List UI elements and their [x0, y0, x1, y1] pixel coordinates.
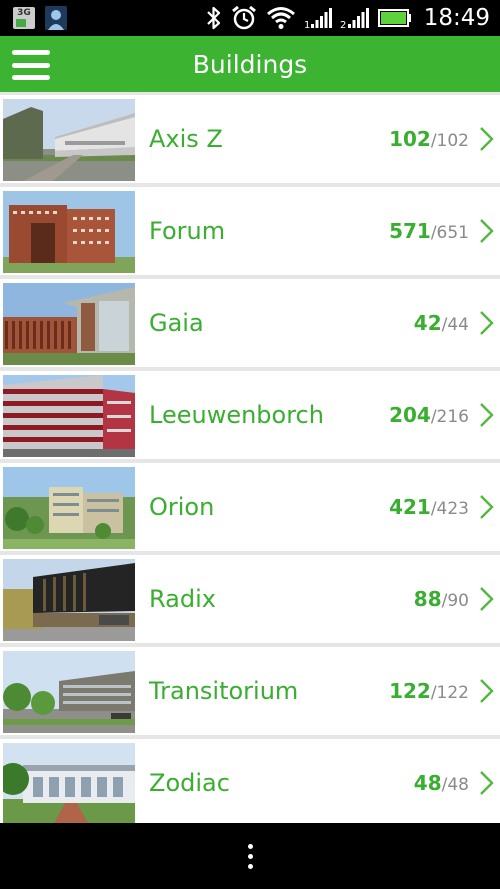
- building-name: Forum: [149, 217, 226, 245]
- clock: 18:49: [423, 5, 490, 31]
- chevron-right-icon: [480, 679, 494, 703]
- workspace-count: 421/423: [389, 495, 469, 519]
- chevron-right-icon: [480, 495, 494, 519]
- building-photo: [3, 99, 135, 181]
- building-photo: [3, 559, 135, 641]
- building-photo: [3, 651, 135, 733]
- workspace-count: 571/651: [389, 219, 469, 243]
- building-photo: [3, 283, 135, 365]
- building-photo: [3, 743, 135, 823]
- chevron-right-icon: [480, 311, 494, 335]
- sim1-label: 1: [304, 20, 310, 29]
- building-row-leeuwenborch[interactable]: Leeuwenborch 204/216: [0, 371, 500, 459]
- building-row-axis-z[interactable]: Axis Z 102/102: [0, 95, 500, 183]
- workspace-count: 102/102: [389, 127, 469, 151]
- building-name: Zodiac: [149, 769, 230, 797]
- workspace-count: 122/122: [389, 679, 469, 703]
- menu-icon[interactable]: [12, 50, 50, 80]
- network-type-label: 3G: [17, 8, 31, 18]
- battery-icon: [377, 9, 411, 27]
- building-name: Leeuwenborch: [149, 401, 324, 429]
- workspace-count: 204/216: [389, 403, 469, 427]
- chevron-right-icon: [480, 771, 494, 795]
- chevron-right-icon: [480, 587, 494, 611]
- signal-sim2-icon: 2: [340, 8, 369, 29]
- building-photo: [3, 375, 135, 457]
- signal-sim1-icon: 1: [304, 8, 332, 29]
- chevron-right-icon: [480, 127, 494, 151]
- building-name: Orion: [149, 493, 215, 521]
- building-name: Radix: [149, 585, 216, 613]
- network-type-icon: 3G: [13, 7, 35, 29]
- chevron-right-icon: [480, 403, 494, 427]
- building-row-zodiac[interactable]: Zodiac 48/48: [0, 739, 500, 823]
- building-list[interactable]: Axis Z 102/102 Forum 571/651 Gaia 42/44 …: [0, 92, 500, 823]
- navigation-bar: [0, 823, 500, 889]
- user-icon: [45, 6, 67, 30]
- chevron-right-icon: [480, 219, 494, 243]
- building-row-radix[interactable]: Radix 88/90: [0, 555, 500, 643]
- sim2-label: 2: [340, 20, 346, 29]
- bluetooth-icon: [206, 6, 220, 30]
- building-photo: [3, 191, 135, 273]
- app-bar: Buildings: [0, 36, 500, 92]
- alarm-clock-icon: [231, 5, 256, 30]
- wifi-icon: [266, 7, 295, 29]
- building-name: Gaia: [149, 309, 204, 337]
- page-title: Buildings: [192, 49, 308, 79]
- workspace-count: 42/44: [413, 311, 469, 335]
- building-row-gaia[interactable]: Gaia 42/44: [0, 279, 500, 367]
- building-name: Axis Z: [149, 125, 223, 153]
- building-row-transitorium[interactable]: Transitorium 122/122: [0, 647, 500, 735]
- building-row-forum[interactable]: Forum 571/651: [0, 187, 500, 275]
- building-row-orion[interactable]: Orion 421/423: [0, 463, 500, 551]
- status-bar: 3G 1 2 18:49: [0, 0, 500, 36]
- building-name: Transitorium: [149, 677, 299, 705]
- workspace-count: 88/90: [413, 587, 469, 611]
- workspace-count: 48/48: [413, 771, 469, 795]
- building-photo: [3, 467, 135, 549]
- overflow-menu-icon[interactable]: [242, 838, 259, 875]
